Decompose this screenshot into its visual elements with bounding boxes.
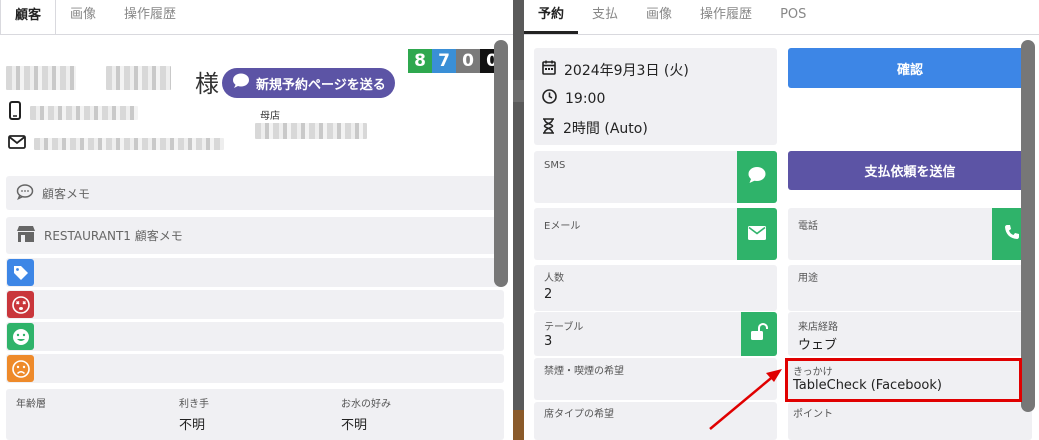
sms-field[interactable]: SMS xyxy=(534,151,777,203)
table-label: テーブル xyxy=(544,322,584,333)
table-lock-button[interactable] xyxy=(741,312,777,356)
restaurant-memo-label: RESTAURANT1 顧客メモ xyxy=(44,229,183,243)
datetime-card[interactable]: 2024年9月3日 (火) 19:00 2時間 (Auto) xyxy=(534,48,777,145)
home-shop-label: 母店 xyxy=(260,111,280,122)
mobile-phone-icon xyxy=(8,101,22,125)
calendar-icon xyxy=(542,60,556,79)
reservation-date: 2024年9月3日 (火) xyxy=(564,62,689,79)
age-group-field: 年齢層 xyxy=(16,395,46,414)
score-digit: 7 xyxy=(432,49,456,73)
divider-background xyxy=(513,410,524,440)
email-label: Eメール xyxy=(544,221,581,232)
customer-last-name-redacted xyxy=(6,66,76,90)
dislike-row[interactable] xyxy=(6,290,504,319)
customer-first-name-redacted xyxy=(106,66,171,90)
email-redacted xyxy=(34,137,224,150)
handedness-label: 利き手 xyxy=(179,399,209,410)
smile-face-icon xyxy=(7,323,34,350)
score-digit: 0 xyxy=(456,49,480,73)
guests-value: 2 xyxy=(544,287,553,302)
chat-bubble-icon xyxy=(747,166,767,188)
restaurant-memo[interactable]: RESTAURANT1 顧客メモ xyxy=(6,217,504,254)
store-icon xyxy=(16,225,36,246)
right-scrollbar[interactable] xyxy=(1021,40,1035,412)
tab-payment[interactable]: 支払 xyxy=(578,0,632,34)
customer-info-grid: 年齢層 利き手 不明 お水の好み 不明 xyxy=(6,389,504,440)
smoking-preference-label: 禁煙・喫煙の希望 xyxy=(544,366,624,377)
duration-row: 2時間 (Auto) xyxy=(542,113,777,142)
complaint-row[interactable] xyxy=(6,354,504,383)
home-shop-redacted xyxy=(255,123,367,139)
phone-field[interactable]: 電話 xyxy=(788,208,1032,260)
tab-reservation[interactable]: 予約 xyxy=(524,0,579,34)
clock-icon xyxy=(542,89,557,108)
phone-number-redacted xyxy=(30,106,138,120)
send-booking-page-button[interactable]: 新規予約ページを送る xyxy=(222,68,395,98)
phone-icon xyxy=(1004,224,1020,244)
customer-score: 8 7 0 0 xyxy=(408,49,504,73)
tab-images[interactable]: 画像 xyxy=(56,0,110,34)
visit-route-label: 来店経路 xyxy=(798,322,838,333)
phone-label: 電話 xyxy=(798,221,818,232)
visit-route-field[interactable]: 来店経路 ウェブ xyxy=(788,312,1032,356)
age-group-label: 年齢層 xyxy=(16,399,46,410)
divider-handle xyxy=(513,80,524,102)
dizzy-face-icon xyxy=(7,291,34,318)
reservation-tabs: 予約 支払 画像 操作履歴 POS xyxy=(524,0,1039,35)
tag-row[interactable] xyxy=(6,258,504,287)
email-field[interactable]: Eメール xyxy=(534,208,777,260)
seat-type-label: 席タイプの希望 xyxy=(544,409,614,420)
visit-route-value: ウェブ xyxy=(798,338,838,353)
handedness-field[interactable]: 利き手 不明 xyxy=(179,395,209,433)
comment-icon xyxy=(16,183,34,203)
guests-field[interactable]: 人数 2 xyxy=(534,265,777,311)
table-field[interactable]: テーブル 3 xyxy=(534,312,777,356)
reservation-duration: 2時間 (Auto) xyxy=(563,120,648,137)
email-row xyxy=(8,134,224,153)
tab-customer[interactable]: 顧客 xyxy=(0,0,57,34)
points-field[interactable]: ポイント xyxy=(788,402,1032,440)
table-value: 3 xyxy=(544,334,553,349)
reservation-time: 19:00 xyxy=(565,90,606,107)
tag-icon xyxy=(7,259,34,286)
phone-row xyxy=(8,101,138,125)
score-digit: 8 xyxy=(408,49,432,73)
send-email-button[interactable] xyxy=(737,208,777,260)
guests-label: 人数 xyxy=(544,273,564,284)
frown-face-icon xyxy=(7,355,34,382)
sms-label: SMS xyxy=(544,160,566,171)
envelope-icon xyxy=(748,225,766,244)
time-row: 19:00 xyxy=(542,84,777,113)
water-preference-label: お水の好み xyxy=(341,399,391,410)
envelope-icon xyxy=(8,134,26,153)
left-scrollbar[interactable] xyxy=(494,40,508,287)
unlock-icon xyxy=(750,322,768,345)
tab-history[interactable]: 操作履歴 xyxy=(686,0,766,34)
chat-bubble-icon xyxy=(232,73,250,93)
date-row: 2024年9月3日 (火) xyxy=(542,55,777,84)
customer-memo-label: 顧客メモ xyxy=(42,186,91,201)
purpose-field[interactable]: 用途 xyxy=(788,265,1032,311)
send-payment-request-button[interactable]: 支払依頼を送信 xyxy=(788,151,1032,190)
hourglass-icon xyxy=(542,117,555,138)
customer-tabs: 顧客 画像 操作履歴 xyxy=(0,0,513,35)
water-preference-value: 不明 xyxy=(341,418,368,433)
tab-pos[interactable]: POS xyxy=(766,0,820,34)
trigger-highlight-box xyxy=(785,358,1022,402)
like-row[interactable] xyxy=(6,322,504,351)
purpose-label: 用途 xyxy=(798,273,818,284)
customer-panel: 顧客 画像 操作履歴 様 新規予約ページを送る 8 7 0 0 母店 顧客メモ … xyxy=(0,0,513,440)
points-label: ポイント xyxy=(793,409,833,420)
confirm-button[interactable]: 確認 xyxy=(788,48,1032,88)
panel-divider xyxy=(513,0,524,440)
handedness-value: 不明 xyxy=(179,418,206,433)
send-sms-button[interactable] xyxy=(737,151,777,203)
send-booking-page-label: 新規予約ページを送る xyxy=(256,77,386,93)
customer-memo[interactable]: 顧客メモ xyxy=(6,176,504,210)
tab-history[interactable]: 操作履歴 xyxy=(110,0,190,34)
tab-images[interactable]: 画像 xyxy=(632,0,686,34)
water-preference-field[interactable]: お水の好み 不明 xyxy=(341,395,391,433)
honorific: 様 xyxy=(195,70,219,98)
annotation-arrow-icon xyxy=(709,369,782,430)
